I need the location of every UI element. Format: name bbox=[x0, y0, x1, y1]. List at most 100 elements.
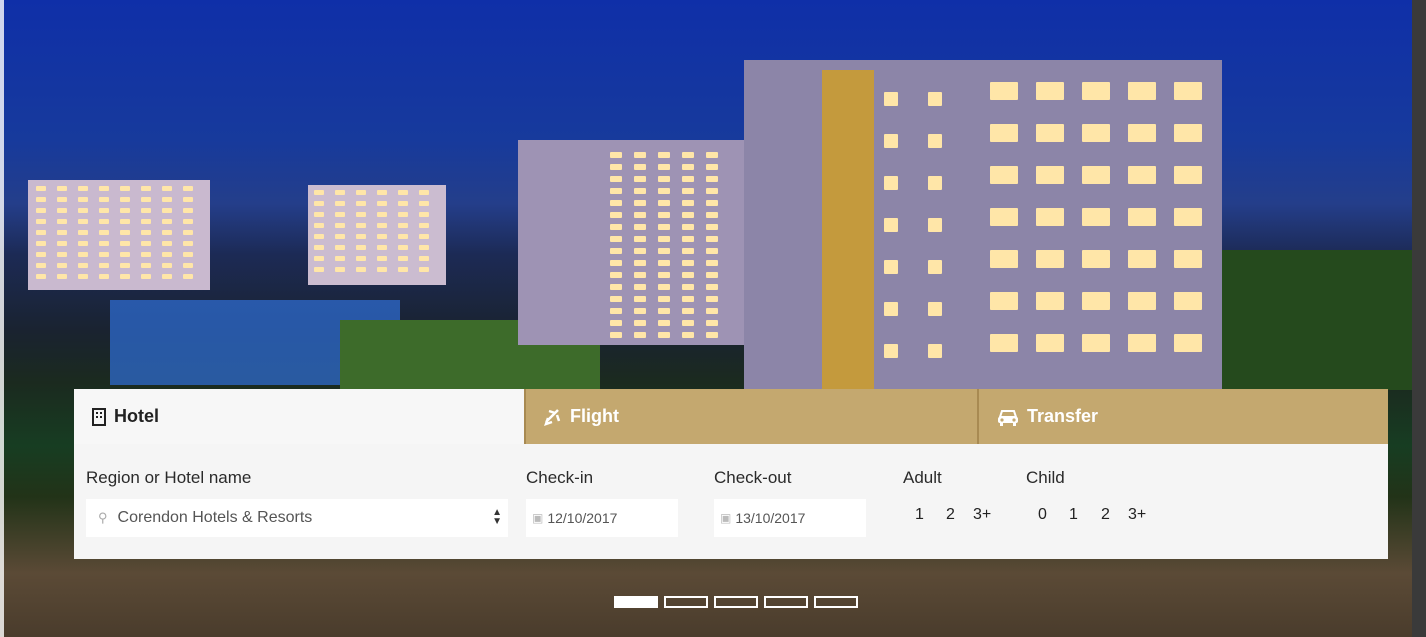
window-light bbox=[928, 344, 942, 358]
checkout-label: Check-out bbox=[714, 468, 792, 487]
window-light bbox=[1174, 124, 1202, 142]
window-light bbox=[658, 200, 670, 206]
window-light bbox=[658, 236, 670, 242]
window-light bbox=[99, 263, 109, 268]
region-select[interactable]: ⚲ Corendon Hotels & Resorts ▲ ▼ bbox=[86, 499, 508, 537]
adult-option[interactable]: 2 bbox=[946, 506, 955, 524]
plane-icon bbox=[544, 408, 561, 426]
window-light bbox=[610, 176, 622, 182]
child-option[interactable]: 0 bbox=[1038, 506, 1047, 524]
tab-hotel[interactable]: Hotel bbox=[74, 389, 524, 444]
window-light bbox=[356, 234, 366, 239]
window-light bbox=[634, 308, 646, 314]
window-light bbox=[682, 224, 694, 230]
tab-flight[interactable]: Flight bbox=[524, 389, 977, 444]
window-light bbox=[884, 344, 898, 358]
slider-dot[interactable] bbox=[614, 596, 658, 608]
window-light bbox=[162, 263, 172, 268]
window-light bbox=[928, 218, 942, 232]
window-light bbox=[1174, 208, 1202, 226]
window-light bbox=[610, 212, 622, 218]
slider-dot[interactable] bbox=[714, 596, 758, 608]
scrollbar[interactable] bbox=[1412, 0, 1426, 637]
window-light bbox=[1082, 124, 1110, 142]
slider-dot[interactable] bbox=[814, 596, 858, 608]
slider-dot[interactable] bbox=[664, 596, 708, 608]
window-light bbox=[682, 332, 694, 338]
window-light bbox=[634, 320, 646, 326]
window-light bbox=[658, 320, 670, 326]
window-light bbox=[1082, 250, 1110, 268]
window-light bbox=[1036, 208, 1064, 226]
window-light bbox=[1082, 82, 1110, 100]
tab-transfer-label: Transfer bbox=[1027, 406, 1099, 426]
tab-transfer[interactable]: Transfer bbox=[977, 389, 1388, 444]
window-light bbox=[658, 332, 670, 338]
window-light bbox=[183, 219, 193, 224]
window-light bbox=[183, 230, 193, 235]
window-light bbox=[419, 245, 429, 250]
window-light bbox=[1128, 82, 1156, 100]
window-light bbox=[356, 267, 366, 272]
window-light bbox=[356, 190, 366, 195]
window-light bbox=[78, 252, 88, 257]
window-light bbox=[706, 248, 718, 254]
window-light bbox=[706, 284, 718, 290]
window-light bbox=[706, 224, 718, 230]
window-light bbox=[99, 252, 109, 257]
window-light bbox=[706, 260, 718, 266]
window-light bbox=[162, 230, 172, 235]
child-option[interactable]: 1 bbox=[1069, 506, 1078, 524]
window-light bbox=[990, 166, 1018, 184]
window-light bbox=[335, 267, 345, 272]
window-light bbox=[78, 197, 88, 202]
child-option[interactable]: 2 bbox=[1101, 506, 1110, 524]
window-light bbox=[120, 197, 130, 202]
window-light bbox=[162, 274, 172, 279]
adult-option[interactable]: 1 bbox=[915, 506, 924, 524]
window-light bbox=[398, 256, 408, 261]
window-light bbox=[141, 230, 151, 235]
adult-option[interactable]: 3+ bbox=[973, 506, 991, 524]
window-light bbox=[183, 241, 193, 246]
window-light bbox=[57, 230, 67, 235]
window-light bbox=[120, 263, 130, 268]
window-light bbox=[120, 252, 130, 257]
checkin-field[interactable]: ▣ 12/10/2017 bbox=[526, 499, 678, 537]
window-light bbox=[377, 256, 387, 261]
window-light bbox=[634, 212, 646, 218]
region-value: Corendon Hotels & Resorts bbox=[117, 509, 313, 526]
window-light bbox=[377, 245, 387, 250]
window-light bbox=[141, 252, 151, 257]
window-light bbox=[335, 223, 345, 228]
checkout-value: 13/10/2017 bbox=[735, 510, 806, 526]
window-light bbox=[36, 241, 46, 246]
calendar-icon: ▣ bbox=[532, 511, 544, 525]
window-light bbox=[356, 223, 366, 228]
window-light bbox=[634, 272, 646, 278]
building-center bbox=[518, 140, 744, 345]
window-light bbox=[610, 224, 622, 230]
slider-dot[interactable] bbox=[764, 596, 808, 608]
window-light bbox=[377, 201, 387, 206]
window-light bbox=[706, 212, 718, 218]
search-panel: Region or Hotel name ⚲ Corendon Hotels &… bbox=[74, 444, 1388, 559]
window-light bbox=[634, 284, 646, 290]
window-light bbox=[141, 208, 151, 213]
window-light bbox=[928, 176, 942, 190]
window-light bbox=[990, 82, 1018, 100]
window-light bbox=[1036, 124, 1064, 142]
window-light bbox=[314, 190, 324, 195]
window-light bbox=[141, 241, 151, 246]
window-light bbox=[610, 236, 622, 242]
window-light bbox=[658, 308, 670, 314]
window-light bbox=[1128, 250, 1156, 268]
child-option[interactable]: 3+ bbox=[1128, 506, 1146, 524]
field bbox=[1222, 250, 1412, 390]
window-light bbox=[658, 284, 670, 290]
window-light bbox=[658, 260, 670, 266]
checkout-field[interactable]: ▣ 13/10/2017 bbox=[714, 499, 866, 537]
window-light bbox=[162, 241, 172, 246]
window-light bbox=[314, 223, 324, 228]
window-light bbox=[1082, 292, 1110, 310]
